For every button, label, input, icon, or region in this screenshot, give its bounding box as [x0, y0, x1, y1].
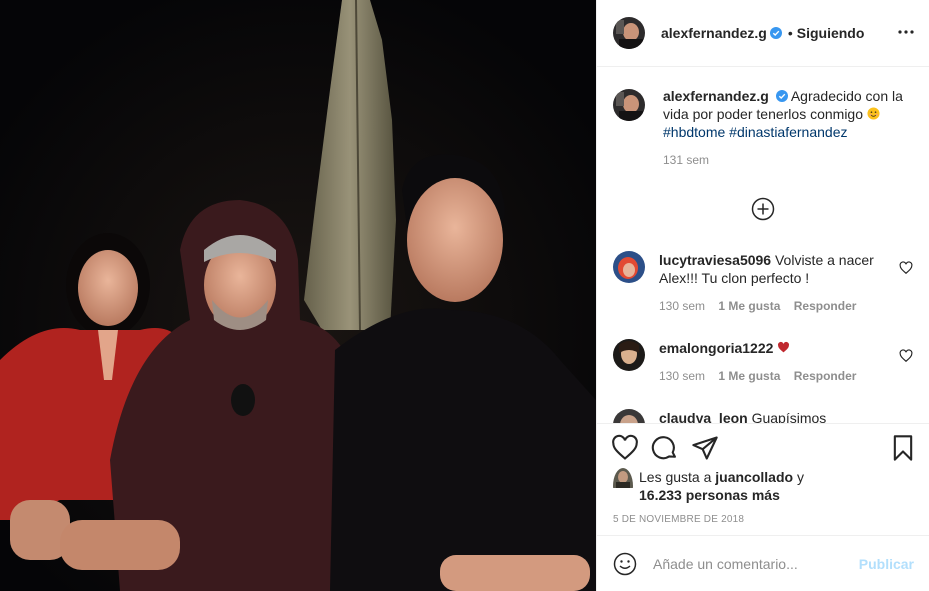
liker-avatar[interactable]	[613, 468, 633, 504]
post-photo[interactable]	[0, 0, 596, 591]
verified-badge-icon	[769, 27, 782, 39]
share-paper-plane-icon[interactable]	[691, 434, 719, 462]
save-bookmark-icon[interactable]	[889, 434, 917, 462]
reply-button[interactable]: Responder	[794, 299, 857, 313]
comment-like-heart-icon[interactable]	[899, 261, 913, 275]
commenter-avatar[interactable]	[613, 339, 645, 371]
caption-timestamp: 131 sem	[663, 153, 710, 167]
commenter-username[interactable]: lucytraviesa5096	[659, 252, 771, 268]
red-heart-emoji-icon	[778, 341, 790, 353]
caption-username[interactable]: alexfernandez.g	[663, 88, 769, 104]
comment-meta: 130 sem 1 Me gusta Responder	[659, 299, 913, 313]
comment-timestamp: 130 sem	[659, 369, 706, 383]
commenter-avatar[interactable]	[613, 251, 645, 283]
likes-prefix: Les gusta a	[639, 469, 712, 485]
post-modal: alexfernandez.g • Siguiendo alexfernande…	[0, 0, 929, 591]
post-caption: alexfernandez.g Agradecido con la vida p…	[613, 87, 913, 167]
header-separator: •	[787, 25, 793, 41]
comment-item: claudya_leon Guapísimos	[613, 409, 913, 423]
comment-item: emalongoria1222 130 sem 1 Me gusta Respo…	[613, 339, 913, 383]
comment-likes-count[interactable]: 1 Me gusta	[718, 299, 780, 313]
verified-badge-icon	[775, 90, 788, 102]
likes-count[interactable]: 16.233 personas más	[639, 487, 780, 503]
author-username[interactable]: alexfernandez.g	[661, 25, 767, 41]
hashtag-link[interactable]: #hbdtome	[663, 124, 725, 140]
comment-item: lucytraviesa5096 Volviste a nacer Alex!!…	[613, 251, 913, 313]
like-heart-icon[interactable]	[611, 434, 639, 462]
add-comment-bar: Publicar	[597, 535, 929, 591]
likes-summary: Les gusta a juancollado y 16.233 persona…	[613, 468, 804, 504]
emoji-picker-icon[interactable]	[613, 552, 637, 576]
comment-text: Guapísimos	[751, 410, 827, 423]
post-sidebar: alexfernandez.g • Siguiendo alexfernande…	[596, 0, 929, 591]
comment-likes-count[interactable]: 1 Me gusta	[718, 369, 780, 383]
post-actions: Les gusta a juancollado y 16.233 persona…	[597, 423, 929, 535]
commenter-username[interactable]: emalongoria1222	[659, 340, 773, 356]
comment-timestamp: 130 sem	[659, 299, 706, 313]
reply-button[interactable]: Responder	[794, 369, 857, 383]
commenter-avatar[interactable]	[613, 409, 645, 423]
post-header: alexfernandez.g • Siguiendo	[597, 0, 929, 67]
publish-button[interactable]: Publicar	[859, 556, 914, 572]
comment-like-heart-icon[interactable]	[899, 349, 913, 363]
post-date[interactable]: 5 DE NOVIEMBRE DE 2018	[613, 514, 744, 525]
comment-bubble-icon[interactable]	[651, 434, 679, 462]
following-button[interactable]: Siguiendo	[797, 25, 865, 41]
liker-username[interactable]: juancollado	[715, 469, 793, 485]
likes-conjunction: y	[796, 469, 804, 485]
hashtag-link[interactable]: #dinastiafernandez	[729, 124, 847, 140]
comment-meta: 130 sem 1 Me gusta Responder	[659, 369, 913, 383]
photo-image	[0, 0, 596, 591]
smiling-face-emoji-icon	[867, 107, 880, 120]
author-avatar[interactable]	[613, 17, 645, 49]
load-more-comments-icon[interactable]	[751, 197, 775, 221]
commenter-username[interactable]: claudya_leon	[659, 410, 748, 423]
comment-input[interactable]	[653, 555, 853, 572]
caption-avatar[interactable]	[613, 89, 645, 121]
comments-list[interactable]: alexfernandez.g Agradecido con la vida p…	[597, 67, 929, 423]
more-options-icon[interactable]	[896, 22, 916, 42]
